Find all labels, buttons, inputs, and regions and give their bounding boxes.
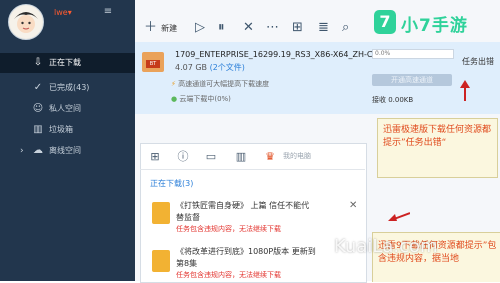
chevron-right-icon: › xyxy=(20,146,24,156)
list-item-title-2: 第8集 xyxy=(176,259,198,268)
pause-button[interactable]: ⏸ xyxy=(218,18,225,38)
sidebar-item-private[interactable]: ☺ 私人空间 xyxy=(0,99,135,119)
sidebar-item-offline[interactable]: › ☁ 离线空间 xyxy=(0,141,135,161)
cloud-icon: ☁ xyxy=(33,145,43,156)
check-circle-icon: ✓ xyxy=(33,82,43,93)
trash-icon: ▥ xyxy=(33,124,43,135)
bolt-icon: ⚡ xyxy=(171,80,176,88)
menu-icon[interactable]: ≡ xyxy=(101,5,115,19)
arrow-up-icon xyxy=(460,80,470,106)
accel-text: 高速通道可大幅提高下载速度 xyxy=(178,80,270,88)
folder-icon xyxy=(152,202,170,224)
info-icon[interactable]: ⓘ xyxy=(176,150,190,164)
list-item-status: 任务包含违规内容，无法继续下载 xyxy=(176,271,281,279)
file-badge: BT xyxy=(146,60,160,68)
cloud-info: ● 云端下载中(0%) xyxy=(171,94,231,104)
inner-toolbar xyxy=(140,143,365,170)
list-view-icon[interactable]: ≣ xyxy=(318,18,329,38)
task-status: 任务出错 xyxy=(462,57,494,66)
start-button[interactable]: ▷ xyxy=(195,18,205,38)
task-file-count[interactable]: (2个文件) xyxy=(210,63,245,72)
cloud-text: 云端下载中(0%) xyxy=(179,95,231,103)
grid-view-icon[interactable]: ⊞ xyxy=(292,18,303,38)
sidebar-item-label: 垃圾箱 xyxy=(49,125,73,134)
more-button[interactable]: ⋯ xyxy=(266,18,279,38)
person-icon: ☺ xyxy=(32,103,44,114)
arrow-icon xyxy=(388,210,411,226)
new-task-button[interactable]: ＋ 新建 xyxy=(144,18,177,38)
sidebar-item-trash[interactable]: ▥ 垃圾箱 xyxy=(0,120,135,140)
progress-text: 0.0% xyxy=(375,50,391,57)
arrow-left-shape xyxy=(388,212,411,221)
search-icon[interactable]: ⌕ xyxy=(342,18,349,38)
list-item-status: 任务包含违规内容，无法继续下载 xyxy=(176,225,281,233)
logo-mark: 7 xyxy=(374,10,396,34)
sidebar-item-completed[interactable]: ✓ 已完成(43) xyxy=(0,78,135,98)
task-name: 1709_ENTERPRISE_16299.19_RS3_X86-X64_ZH-… xyxy=(175,50,387,59)
task-size: 4.07 GB (2个文件) xyxy=(175,62,245,73)
list-item-title: 《打铁匠需自身硬》 上篇 信任不能代 xyxy=(176,201,310,210)
accel-button[interactable]: 开通高速通道 xyxy=(372,74,452,86)
new-task-label: 新建 xyxy=(161,24,178,33)
task-size-value: 4.07 GB xyxy=(175,63,208,72)
user-avatar[interactable] xyxy=(8,4,44,40)
folder-icon[interactable]: ▭ xyxy=(204,150,218,164)
annotation-text: 迅雷极速版下载任何资源都提示”任务出错“ xyxy=(383,125,492,148)
list-item-title-2: 替监督 xyxy=(176,213,200,222)
plus-box-icon[interactable]: ⊞ xyxy=(148,150,162,164)
cloud-status-icon: ● xyxy=(171,95,178,103)
vip-icon[interactable]: ♛ xyxy=(263,150,277,164)
file-icon: BT xyxy=(142,52,164,72)
accel-info: ⚡ 高速通道可大幅提高下载速度 xyxy=(171,79,269,89)
sidebar-item-downloading[interactable]: ⇩ 正在下载 xyxy=(0,53,135,73)
trash-icon[interactable]: ▥ xyxy=(234,150,248,164)
sidebar-item-label: 已完成(43) xyxy=(49,83,90,92)
arrow-up-shape xyxy=(460,80,470,101)
folder-icon xyxy=(152,250,170,272)
sidebar-item-label: 离线空间 xyxy=(49,146,81,155)
close-icon[interactable]: ✕ xyxy=(349,200,357,211)
username[interactable]: lwe▾ xyxy=(54,8,72,17)
inner-search[interactable]: 我的电脑 xyxy=(283,151,311,161)
section-title: 正在下载(3) xyxy=(150,179,194,188)
plus-icon: ＋ xyxy=(144,20,158,35)
logo-text: 小7手游 xyxy=(401,16,468,36)
sidebar-item-label: 私人空间 xyxy=(49,104,81,113)
watermark: KuaiLa.com xyxy=(334,236,438,257)
sidebar-item-label: 正在下载 xyxy=(49,58,81,67)
delete-button[interactable]: ✕ xyxy=(243,18,254,38)
avatar-face-icon xyxy=(10,6,42,38)
speed-text: 接收 0.00KB xyxy=(372,96,414,104)
list-item-title: 《将改革进行到底》1080P版本 更新到 xyxy=(176,247,316,256)
download-icon: ⇩ xyxy=(33,57,43,68)
